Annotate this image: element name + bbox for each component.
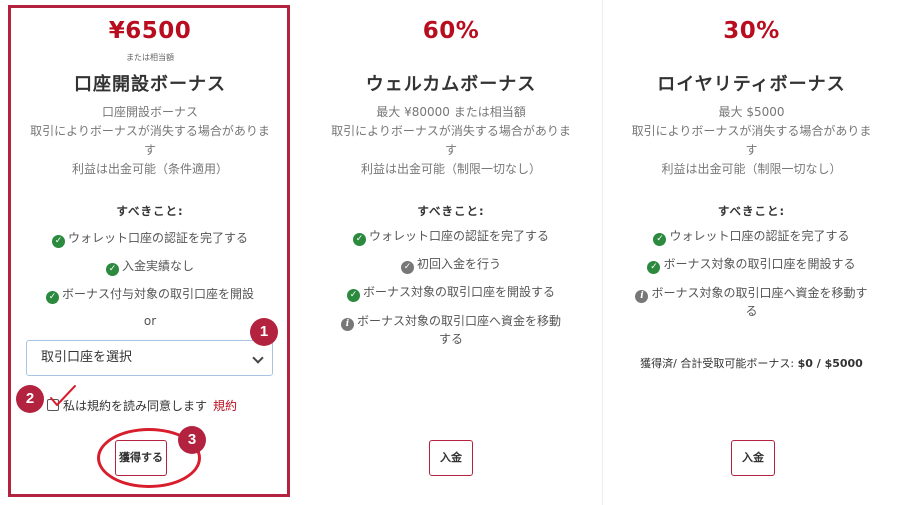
desc-line: す [143, 143, 156, 157]
earned-bonus-summary: 獲得済/ 合計受取可能ボーナス: $0 / $5000 [603, 355, 900, 371]
todo-heading: すべきこと: [417, 204, 485, 218]
acquire-button[interactable]: 獲得する [115, 440, 167, 476]
requirement-item: i ボーナス対象の取引口座へ資金を移動 する [320, 313, 582, 348]
requirement-text: ウォレット口座の認証を完了する [669, 229, 850, 243]
chevron-down-icon [252, 352, 264, 364]
bonus-amount: 60% [422, 18, 480, 44]
check-circle-icon: ✓ [346, 289, 360, 302]
requirement-item: i ボーナス対象の取引口座へ資金を移動す る [623, 285, 880, 320]
requirement-item: ✓ 初回入金を行う [320, 256, 582, 274]
requirement-text: ボーナス付与対象の取引口座を開設 [61, 287, 254, 301]
desc-line: 取引によりボーナスが消失する場合がありま [631, 124, 872, 138]
requirement-text: 入金実績なし [121, 259, 194, 273]
requirement-item: ✓ ウォレット口座の認証を完了する [623, 228, 880, 246]
requirement-text: ボーナス対象の取引口座へ資金を移動 [356, 314, 561, 328]
desc-line: 取引によりボーナスが消失する場合がありま [331, 124, 571, 138]
requirement-text: ボーナス対象の取引口座へ資金を移動す [651, 286, 868, 300]
step-badge-1: 1 [250, 318, 278, 346]
bonus-description: 最大 $5000 取引によりボーナスが消失する場合がありま す 利益は出金可能（… [623, 103, 880, 179]
requirement-item: ✓ ボーナス対象の取引口座を開設する [623, 256, 880, 274]
requirement-item: ✓ ウォレット口座の認証を完了する [320, 228, 582, 246]
requirement-item: ✓ ボーナス対象の取引口座を開設する [320, 284, 582, 302]
todo-heading: すべきこと: [717, 204, 786, 218]
bonus-card-account-opening: ¥6500 または相当額 口座開設ボーナス 口座開設ボーナス 取引によりボーナス… [0, 0, 300, 505]
agree-text: 私は規約を読み同意します [63, 399, 208, 413]
desc-line: 利益は出金可能（制限一切なし） [661, 162, 842, 176]
requirement-text: ウォレット口座の認証を完了する [368, 229, 549, 243]
bonus-page: ¥6500 または相当額 口座開設ボーナス 口座開設ボーナス 取引によりボーナス… [0, 0, 900, 505]
bonus-amount-sub: または相当額 [126, 53, 174, 62]
desc-line: 取引によりボーナスが消失する場合がありま [30, 124, 270, 138]
check-circle-icon: ✓ [105, 263, 119, 276]
requirement-item: ✓ 入金実績なし [20, 258, 280, 276]
requirement-text-cont: する [438, 332, 463, 346]
check-circle-gray-icon: ✓ [400, 261, 414, 274]
terms-link[interactable]: 規約 [213, 399, 237, 413]
earned-label: 獲得済/ 合計受取可能ボーナス: [640, 357, 795, 370]
desc-line: 最大 ¥80000 または相当額 [376, 105, 526, 119]
bonus-description: 最大 ¥80000 または相当額 取引によりボーナスが消失する場合がありま す … [320, 103, 582, 179]
check-circle-icon: ✓ [352, 233, 366, 246]
bonus-title: ロイヤリティボーナス [657, 74, 846, 95]
info-circle-icon: i [635, 290, 649, 303]
check-circle-icon: ✓ [653, 233, 667, 246]
trading-account-select[interactable]: 取引口座を選択 [26, 340, 273, 376]
step-badge-2: 2 [16, 385, 44, 413]
desc-line: 利益は出金可能（制限一切なし） [360, 162, 541, 176]
requirement-text: ウォレット口座の認証を完了する [67, 231, 248, 245]
requirement-text-cont: る [745, 304, 758, 318]
info-circle-icon: i [340, 318, 354, 331]
step-badge-3: 3 [178, 426, 206, 454]
bonus-card-loyalty: 30% ロイヤリティボーナス 最大 $5000 取引によりボーナスが消失する場合… [603, 0, 900, 505]
requirement-text: ボーナス対象の取引口座を開設する [663, 257, 856, 271]
deposit-button[interactable]: 入金 [429, 440, 473, 476]
select-value: 取引口座を選択 [41, 350, 133, 365]
deposit-button[interactable]: 入金 [731, 440, 775, 476]
desc-line: 口座開設ボーナス [101, 105, 198, 119]
desc-line: 最大 $5000 [718, 105, 785, 119]
bonus-description: 口座開設ボーナス 取引によりボーナスが消失する場合がありま す 利益は出金可能（… [20, 103, 280, 179]
check-circle-icon: ✓ [51, 235, 65, 248]
check-circle-icon: ✓ [45, 291, 59, 304]
bonus-title: ウェルカムボーナス [365, 74, 537, 95]
desc-line: 利益は出金可能（条件適用） [71, 162, 228, 176]
requirement-text: ボーナス対象の取引口座を開設する [362, 285, 555, 299]
bonus-amount: ¥6500 [108, 18, 192, 44]
requirement-text: 初回入金を行う [416, 257, 501, 271]
red-checkmark-icon [50, 385, 76, 406]
desc-line: す [745, 143, 758, 157]
bonus-title: 口座開設ボーナス [74, 74, 226, 95]
earned-value: $0 / $5000 [797, 357, 863, 370]
requirement-item: ✓ ボーナス付与対象の取引口座を開設 [10, 286, 290, 304]
todo-heading: すべきこと: [116, 204, 184, 218]
desc-line: す [444, 143, 457, 157]
check-circle-icon: ✓ [647, 261, 661, 274]
requirement-item: ✓ ウォレット口座の認証を完了する [20, 230, 280, 248]
bonus-amount: 30% [723, 18, 780, 44]
bonus-card-welcome: 60% ウェルカムボーナス 最大 ¥80000 または相当額 取引によりボーナス… [300, 0, 603, 505]
